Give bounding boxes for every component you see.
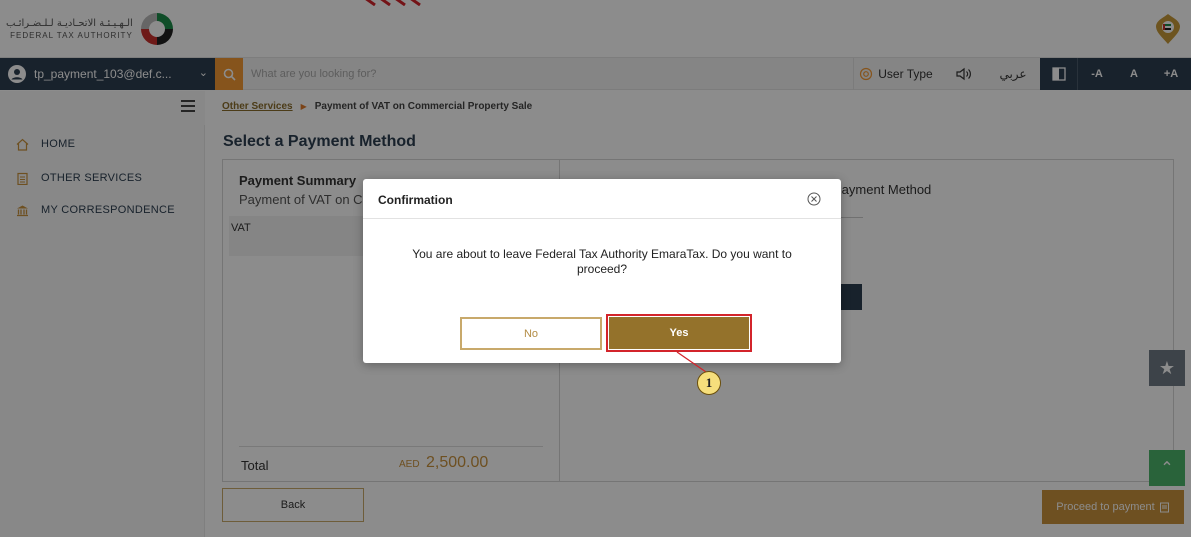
confirmation-dialog: Confirmation You are about to leave Fede… (363, 179, 841, 363)
yes-button[interactable]: Yes (609, 317, 749, 349)
yes-button-highlight: Yes (606, 314, 752, 352)
dialog-title: Confirmation (378, 193, 453, 207)
dialog-message: You are about to leave Federal Tax Autho… (412, 247, 792, 276)
close-icon[interactable] (807, 192, 821, 206)
dialog-header: Confirmation (363, 179, 841, 219)
annotation-step-badge: 1 (697, 371, 721, 395)
no-button[interactable]: No (460, 317, 602, 350)
